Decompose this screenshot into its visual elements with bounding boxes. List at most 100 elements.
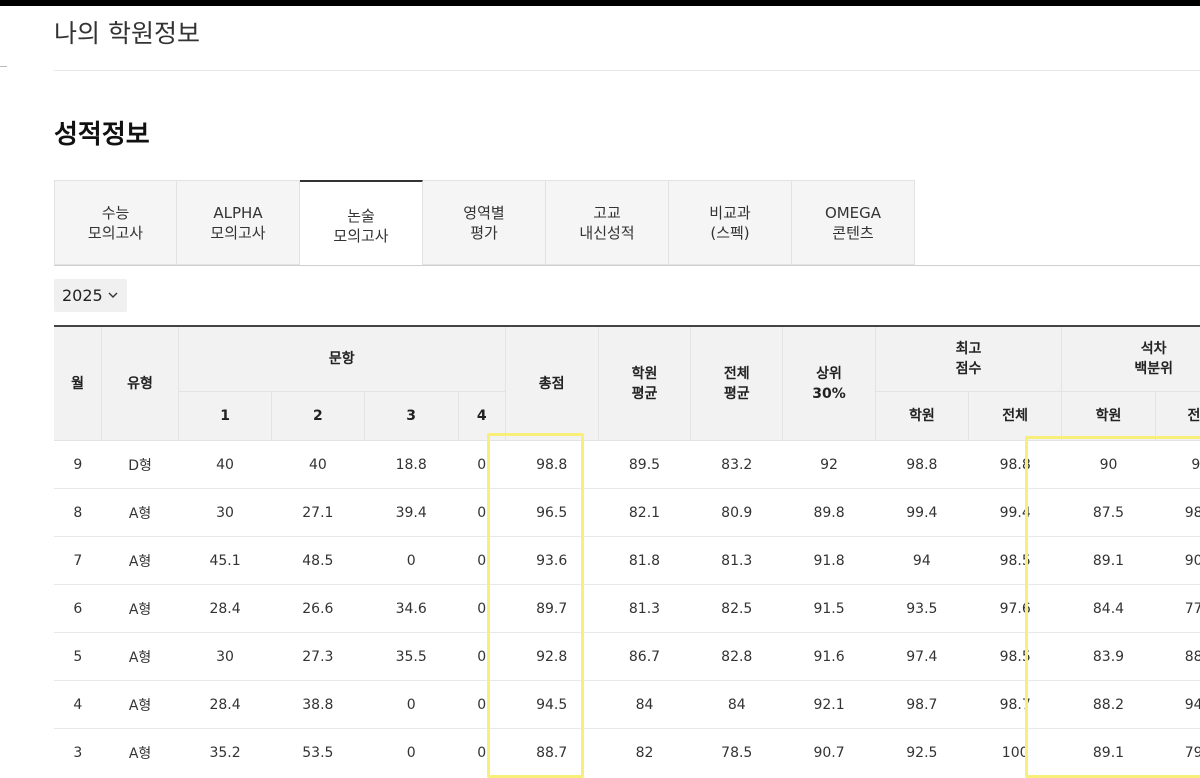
cell-type: A형	[101, 632, 179, 681]
cell-max-academy: 98.7	[875, 680, 969, 729]
tab-suneung-mock[interactable]: 수능 모의고사	[54, 180, 177, 265]
cell-type: A형	[101, 584, 179, 633]
cell-q2: 26.6	[271, 584, 364, 633]
cell-academy-avg: 84	[598, 680, 691, 729]
header-pct-academy: 학원	[1061, 391, 1156, 441]
tab-area-evaluation[interactable]: 영역별 평가	[423, 180, 546, 265]
cell-q1: 45.1	[178, 536, 272, 585]
header-academy-avg: 학원 평균	[598, 325, 692, 441]
header-type: 유형	[101, 325, 179, 441]
left-edge-mark	[0, 66, 7, 67]
tab-alpha-mock[interactable]: ALPHA 모의고사	[177, 180, 300, 265]
header-q1: 1	[178, 391, 273, 441]
cell-type: A형	[101, 536, 179, 585]
cell-q2: 38.8	[271, 680, 364, 729]
table-row: 3 A형 35.2 53.5 0 0 88.7 82 78.5 90.7 92.5 100 89.1 79…	[54, 728, 1200, 772]
header-max-overall: 전체	[968, 391, 1063, 441]
header-max-score: 최고 점수	[875, 325, 1063, 392]
tab-essay-mock[interactable]: 논술 모의고사	[300, 180, 423, 266]
cell-top30: 91.5	[782, 584, 876, 633]
cell-pct-academy: 89.1	[1061, 728, 1156, 772]
score-table: 월 유형 문항 총점 학원 평균 전체 평균 상위 30% 최고 점수 석차 백…	[54, 325, 1200, 772]
cell-month: 8	[54, 488, 102, 537]
cell-month: 3	[54, 728, 102, 772]
cell-q2: 27.3	[271, 632, 364, 681]
cell-pct-overall: 79.4	[1155, 728, 1200, 772]
header-q3: 3	[364, 391, 459, 441]
cell-max-overall: 98.7	[968, 680, 1062, 729]
cell-overall-avg: 80.9	[690, 488, 783, 537]
cell-q1: 40	[178, 440, 272, 489]
cell-academy-avg: 81.8	[598, 536, 691, 585]
cell-max-overall: 100	[968, 728, 1062, 772]
header-q4: 4	[458, 391, 506, 441]
cell-top30: 92.1	[782, 680, 876, 729]
cell-q3: 18.8	[364, 440, 459, 489]
cell-pct-academy: 88.2	[1061, 680, 1156, 729]
cell-q1: 35.2	[178, 728, 272, 772]
table-row: 6 A형 28.4 26.6 34.6 0 89.7 81.3 82.5 91.5 93.5 97.6…	[54, 584, 1200, 633]
cell-month: 7	[54, 536, 102, 585]
cell-pct-academy: 90	[1061, 440, 1156, 489]
table-row: 7 A형 45.1 48.5 0 0 93.6 81.8 81.3 91.8 94 98.5 89.1 9…	[54, 536, 1200, 585]
score-tabs: 수능 모의고사 ALPHA 모의고사 논술 모의고사 영역별 평가 고교 내신성…	[54, 180, 915, 266]
cell-q4: 0	[458, 440, 506, 489]
cell-q2: 27.1	[271, 488, 364, 537]
cell-pct-overall: 77.8	[1155, 584, 1200, 633]
cell-total: 98.8	[505, 440, 599, 489]
cell-q3: 34.6	[364, 584, 459, 633]
cell-month: 9	[54, 440, 102, 489]
cell-pct-overall: 88.8	[1155, 632, 1200, 681]
chevron-down-icon	[108, 289, 118, 302]
tab-school-grades[interactable]: 고교 내신성적	[546, 180, 669, 265]
header-top30: 상위 30%	[782, 325, 876, 441]
tab-omega-contents[interactable]: OMEGA 콘텐츠	[792, 180, 915, 265]
year-select[interactable]: 2025	[54, 279, 127, 312]
tab-extracurricular[interactable]: 비교과 (스펙)	[669, 180, 792, 265]
cell-max-academy: 93.5	[875, 584, 969, 633]
cell-total: 92.8	[505, 632, 599, 681]
cell-top30: 89.8	[782, 488, 876, 537]
table-row: 9D형404018.8098.889.583.29298.898.89098	[54, 440, 1200, 489]
cell-max-academy: 99.4	[875, 488, 969, 537]
cell-max-academy: 92.5	[875, 728, 969, 772]
cell-overall-avg: 83.2	[690, 440, 783, 489]
cell-type: A형	[101, 488, 179, 537]
cell-pct-academy: 83.9	[1061, 632, 1156, 681]
cell-q3: 0	[364, 680, 459, 729]
header-pct-overall: 전체	[1155, 391, 1200, 441]
header-q2: 2	[271, 391, 365, 441]
cell-total: 88.7	[505, 728, 599, 772]
cell-pct-academy: 84.4	[1061, 584, 1156, 633]
cell-academy-avg: 82	[598, 728, 691, 772]
cell-total: 89.7	[505, 584, 599, 633]
cell-type: A형	[101, 680, 179, 729]
cell-month: 6	[54, 584, 102, 633]
header-overall-avg: 전체 평균	[690, 325, 784, 441]
cell-top30: 91.6	[782, 632, 876, 681]
header-percentile: 석차 백분위	[1061, 325, 1200, 392]
cell-max-overall: 98.8	[968, 440, 1062, 489]
cell-max-academy: 97.4	[875, 632, 969, 681]
cell-overall-avg: 81.3	[690, 536, 783, 585]
tabs-baseline	[54, 265, 1200, 266]
cell-pct-overall: 98.3	[1155, 488, 1200, 537]
cell-pct-academy: 87.5	[1061, 488, 1156, 537]
cell-q4: 0	[458, 680, 506, 729]
cell-academy-avg: 86.7	[598, 632, 691, 681]
section-title: 성적정보	[54, 120, 150, 150]
cell-type: A형	[101, 728, 179, 772]
cell-q1: 30	[178, 488, 272, 537]
cell-top30: 91.8	[782, 536, 876, 585]
cell-max-overall: 98.5	[968, 632, 1062, 681]
cell-overall-avg: 84	[690, 680, 783, 729]
cell-overall-avg: 82.8	[690, 632, 783, 681]
cell-total: 93.6	[505, 536, 599, 585]
header-questions: 문항	[178, 325, 506, 392]
cell-top30: 90.7	[782, 728, 876, 772]
cell-type: D형	[101, 440, 179, 489]
cell-total: 94.5	[505, 680, 599, 729]
cell-q4: 0	[458, 584, 506, 633]
cell-q1: 28.4	[178, 584, 272, 633]
cell-pct-overall: 98	[1155, 440, 1200, 489]
